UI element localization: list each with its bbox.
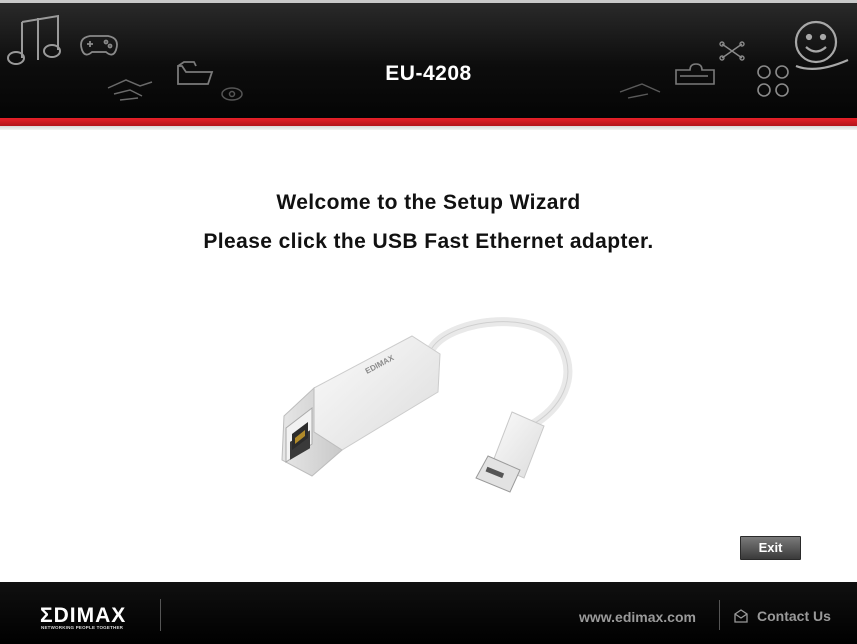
handshake-icon <box>619 83 661 99</box>
welcome-instruction: Please click the USB Fast Ethernet adapt… <box>203 230 654 253</box>
usb-ethernet-adapter-image[interactable]: EDIMAX <box>262 308 592 498</box>
website-link[interactable]: www.edimax.com <box>579 609 696 625</box>
logo-divider <box>160 599 161 631</box>
logo-tagline: NETWORKING PEOPLE TOGETHER <box>41 625 124 630</box>
envelope-icon <box>734 609 748 623</box>
welcome-message: Welcome to the Setup Wizard Please click… <box>0 183 857 261</box>
footer-bar: ΣDIMAX NETWORKING PEOPLE TOGETHER www.ed… <box>0 582 857 644</box>
footer-divider <box>719 600 720 630</box>
gamepad-icon <box>80 35 118 56</box>
welcome-title: Welcome to the Setup Wizard <box>276 191 581 214</box>
header-banner: EU-4208 <box>0 0 857 118</box>
adapter-body: EDIMAX <box>281 335 441 477</box>
eye-icon <box>221 87 243 101</box>
contact-us-label: Contact Us <box>757 608 831 624</box>
product-title: EU-4208 <box>385 62 472 85</box>
header-decoration <box>7 14 849 101</box>
usb-plug <box>475 411 545 493</box>
music-notes-icon <box>7 14 61 65</box>
contact-us-link[interactable]: Contact Us <box>733 608 831 624</box>
header-accent-bar <box>0 118 857 126</box>
exit-button[interactable]: Exit <box>740 536 801 560</box>
header-shadow-line <box>0 126 857 130</box>
network-nodes-icon <box>719 41 745 61</box>
